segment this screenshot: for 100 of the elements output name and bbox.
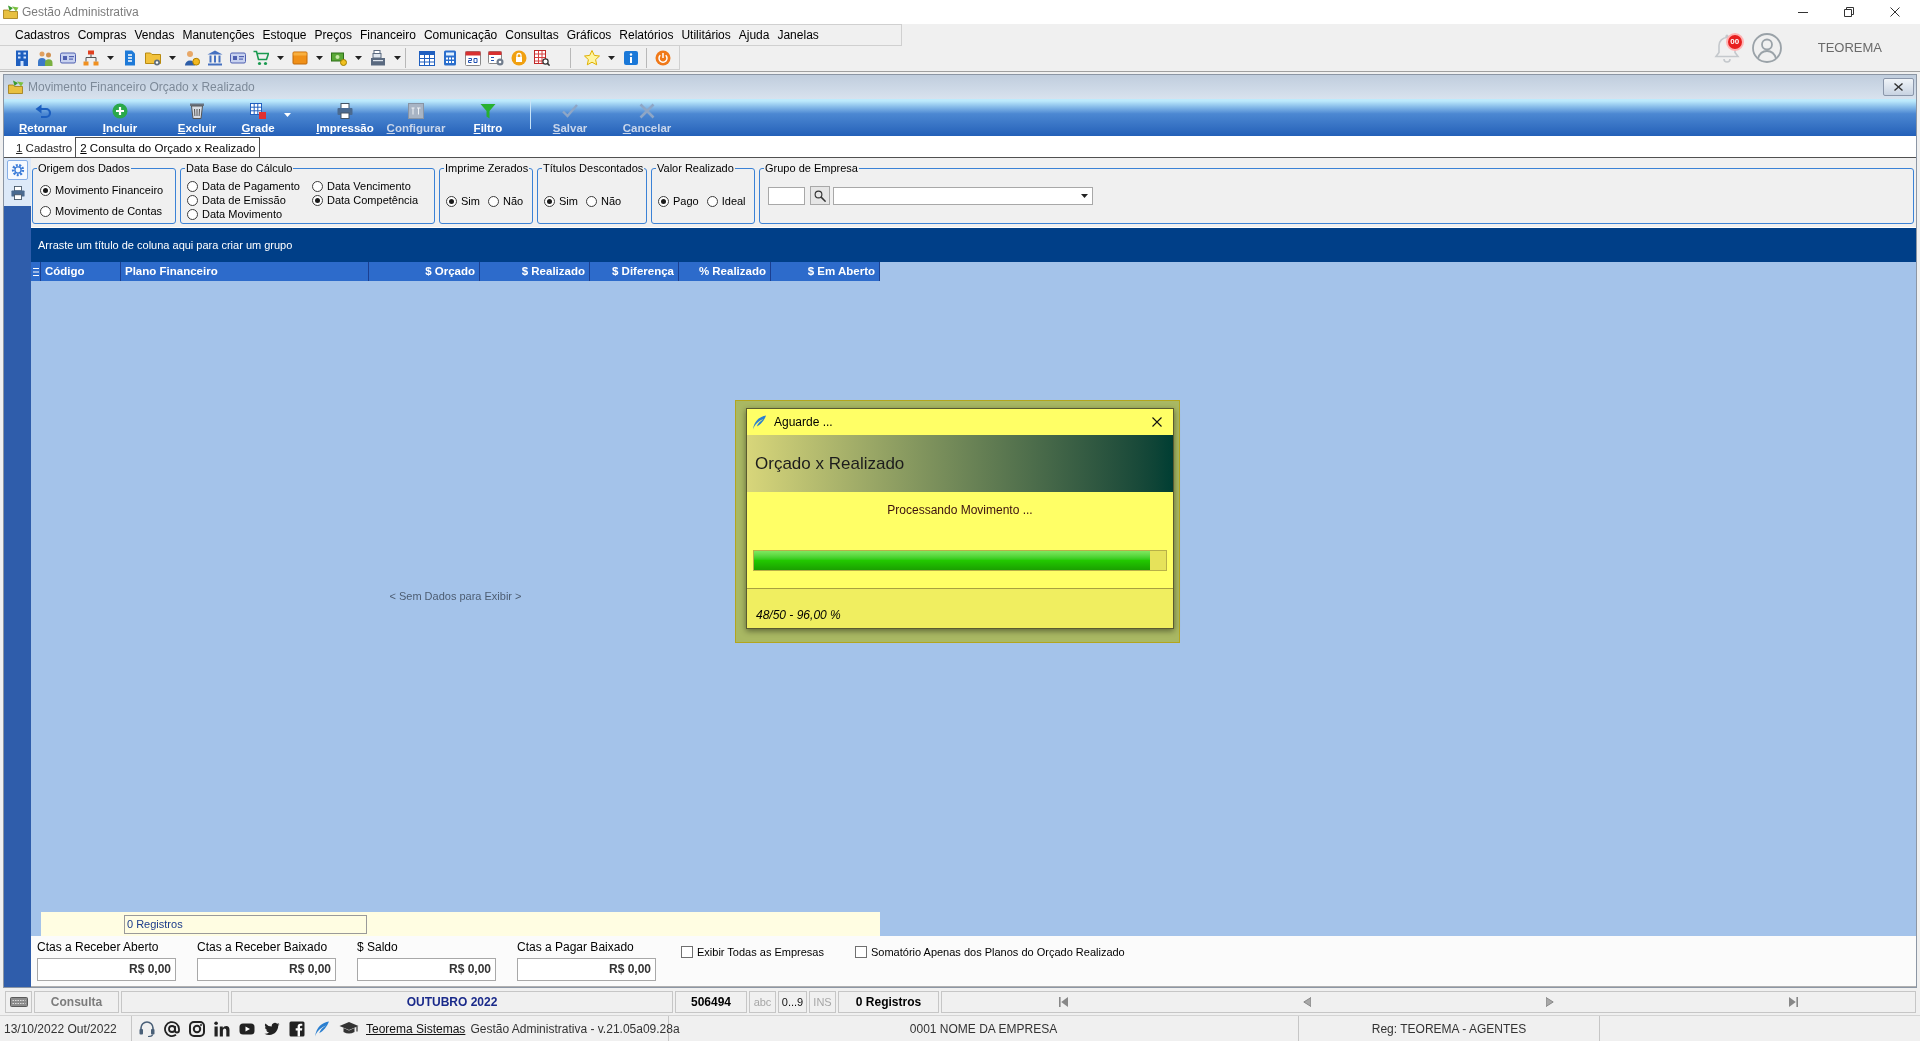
checkbox[interactable] xyxy=(681,946,693,958)
radio-button[interactable] xyxy=(187,194,198,206)
menu-item[interactable]: Preços xyxy=(310,25,356,45)
toolbar-button[interactable]: Excluir xyxy=(160,99,234,134)
group-title: Valor Realizado xyxy=(656,162,735,175)
key-indicator: INS xyxy=(809,991,836,1013)
menu-item[interactable]: Compras xyxy=(73,25,131,45)
column-header[interactable]: $ Diferença xyxy=(590,262,679,281)
close-button[interactable] xyxy=(1883,78,1914,96)
menu-item[interactable]: Relatórios xyxy=(615,25,678,45)
close-icon xyxy=(1894,83,1903,91)
column-header[interactable]: $ Realizado xyxy=(480,262,590,281)
side-tool-button[interactable] xyxy=(7,160,28,180)
column-header[interactable]: $ Em Aberto xyxy=(771,262,880,281)
restore-icon xyxy=(1844,7,1854,17)
building-icon xyxy=(13,49,30,66)
column-header[interactable]: Código xyxy=(41,262,121,281)
menu-item[interactable]: Financeiro xyxy=(355,25,420,45)
radio-label: Data Movimento xyxy=(202,206,283,222)
previous-icon xyxy=(1302,997,1311,1007)
toolbar-button[interactable]: Retornar xyxy=(8,99,78,134)
mode-status: Consulta xyxy=(34,991,119,1013)
cross-icon xyxy=(639,103,655,119)
column-header[interactable]: $ Orçado xyxy=(369,262,480,281)
menu-item[interactable]: Consultas xyxy=(501,25,563,45)
money-icon xyxy=(330,49,347,66)
menu-item[interactable]: Utilitários xyxy=(677,25,735,45)
radio-button[interactable] xyxy=(40,184,51,196)
radio-button[interactable] xyxy=(312,194,323,206)
search-button[interactable] xyxy=(810,186,830,205)
power-icon xyxy=(654,49,671,66)
total-field: R$ 0,00 xyxy=(517,958,656,981)
radio-button[interactable] xyxy=(487,195,499,207)
gear-icon xyxy=(10,163,25,177)
group-hint: Arraste um título de coluna aqui para criar um grupo xyxy=(38,237,293,253)
id-card-icon xyxy=(229,49,246,66)
caret-icon xyxy=(315,55,323,60)
code-status: 506494 xyxy=(675,991,747,1013)
total-field: R$ 0,00 xyxy=(197,958,336,981)
radio-button[interactable] xyxy=(187,208,198,220)
menu-item[interactable]: Janelas xyxy=(773,25,823,45)
id-card-icon xyxy=(59,49,76,66)
menu-item[interactable]: Manutenções xyxy=(178,25,259,45)
company-code-field[interactable] xyxy=(768,186,805,205)
menu-item[interactable]: Estoque xyxy=(258,25,311,45)
toolbar-button[interactable]: Impressão xyxy=(312,99,378,134)
column-header[interactable]: % Realizado xyxy=(679,262,771,281)
close-icon xyxy=(1890,7,1900,17)
keyboard-icon xyxy=(9,997,28,1007)
radio-button[interactable] xyxy=(187,180,198,192)
list-icon xyxy=(32,267,39,276)
search-icon xyxy=(814,189,826,202)
menu-item[interactable]: Ajuda xyxy=(734,25,774,45)
feather-icon xyxy=(752,414,767,430)
group-title: Títulos Descontados xyxy=(542,162,645,175)
menu-item[interactable]: Gráficos xyxy=(562,25,616,45)
group-title: Data Base do Cálculo xyxy=(185,162,294,175)
tab[interactable]: 1 Cadastro xyxy=(13,138,76,157)
check-icon xyxy=(562,103,578,119)
user-avatar-icon xyxy=(1751,32,1782,63)
next-icon xyxy=(1546,997,1555,1007)
user-name: TEOREMA xyxy=(1817,38,1882,57)
radio-label: Pago xyxy=(673,193,699,209)
radio-button[interactable] xyxy=(544,195,555,207)
checkbox[interactable] xyxy=(854,946,867,958)
radio-button[interactable] xyxy=(658,195,669,207)
menu-item[interactable]: Vendas xyxy=(130,25,179,45)
radio-button[interactable] xyxy=(585,195,597,207)
toolbar-button[interactable]: Incluir xyxy=(82,99,158,134)
website-link[interactable]: Teorema Sistemas xyxy=(366,1019,466,1038)
at-sign-icon xyxy=(164,1020,180,1037)
tab[interactable]: 2 Consulta do Orçado x Realizado xyxy=(75,137,261,157)
checkbox-label: Exibir Todas as Empresas xyxy=(697,944,824,960)
radio-label: Ideal xyxy=(721,193,746,209)
radio-label: Sim xyxy=(559,193,578,209)
plus-circle-icon xyxy=(112,103,128,119)
toolbar-button[interactable]: Filtro xyxy=(454,99,522,134)
column-header[interactable]: Plano Financeiro xyxy=(121,262,369,281)
date-status: 13/10/2022 Out/2022 xyxy=(0,1016,132,1041)
menu-item[interactable]: Comunicação xyxy=(419,25,502,45)
radio-button[interactable] xyxy=(706,195,718,207)
org-chart-icon xyxy=(82,49,99,66)
toolbar-button[interactable]: Grade xyxy=(236,99,280,134)
caret-icon xyxy=(1081,193,1088,198)
progress-text: 48/50 - 96,00 % xyxy=(756,607,841,624)
facebook-icon xyxy=(289,1020,305,1037)
radio-button[interactable] xyxy=(40,205,51,217)
group-title: Origem dos Dados xyxy=(37,162,131,175)
box-icon xyxy=(291,49,308,66)
radio-label: Movimento de Contas xyxy=(55,203,162,219)
radio-label: Não xyxy=(502,193,524,209)
radio-button[interactable] xyxy=(446,195,457,207)
lock-icon xyxy=(510,49,527,66)
radio-label: Data de Pagamento xyxy=(202,178,300,194)
tile-icon xyxy=(408,103,424,119)
radio-button[interactable] xyxy=(312,180,323,192)
app-logo-icon xyxy=(8,80,24,94)
menu-item[interactable]: Cadastros xyxy=(11,25,74,45)
folder-gear-icon xyxy=(144,49,161,66)
registration-status: Reg: TEOREMA - AGENTES xyxy=(1299,1016,1600,1041)
